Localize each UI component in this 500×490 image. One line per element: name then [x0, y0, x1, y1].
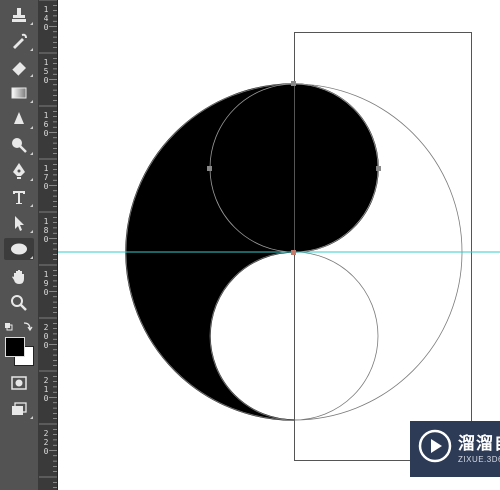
ruler-label-200: 2 0 0	[43, 323, 49, 350]
swap-colors-icon[interactable]	[4, 321, 34, 333]
play-logo-icon	[418, 429, 452, 463]
history-brush-icon	[13, 33, 27, 49]
color-controls	[4, 320, 34, 332]
blur-tool[interactable]	[4, 108, 34, 130]
dodge-tool[interactable]	[4, 134, 34, 156]
ruler-label-210: 2 1 0	[43, 376, 49, 403]
stamp-icon	[12, 8, 26, 22]
document-canvas[interactable]: 溜溜自学 ZIXUE.3D66.COM	[58, 0, 500, 490]
anchor-point-top[interactable]	[291, 81, 296, 86]
path-selection-tool[interactable]	[4, 212, 34, 234]
eraser-tool[interactable]	[4, 56, 34, 78]
ruler-label-190: 1 9 0	[43, 270, 49, 297]
watermark-logo: 溜溜自学 ZIXUE.3D66.COM	[410, 421, 500, 477]
ruler-label-160: 1 6 0	[43, 111, 49, 138]
type-t-icon	[13, 191, 25, 204]
ellipse-tool[interactable]	[4, 238, 34, 260]
anchor-point-center[interactable]	[291, 250, 296, 255]
gradient-tool[interactable]	[4, 82, 34, 104]
artwork	[58, 32, 500, 461]
anchor-point-left[interactable]	[207, 166, 212, 171]
zoom-tool[interactable]	[4, 292, 34, 314]
pen-tool[interactable]	[4, 160, 34, 182]
screen-mode-icon	[12, 402, 27, 415]
screen-mode-button[interactable]	[4, 398, 34, 420]
hand-tool[interactable]	[4, 266, 34, 288]
anchor-point-right[interactable]	[376, 166, 381, 171]
ruler-label-140: 1 4 0	[43, 5, 49, 32]
ruler-label-150: 1 5 0	[43, 58, 49, 85]
quick-mask-button[interactable]	[4, 372, 34, 394]
clone-stamp-tool[interactable]	[4, 4, 34, 26]
blur-drop-icon	[14, 112, 24, 124]
dodge-icon	[12, 138, 27, 153]
vertical-ruler: 1 4 0 1 5 0 1 6 0 1 7 0 1 8 0 1 9 0 2 0 0 2 1 0…	[39, 0, 58, 490]
watermark-url: ZIXUE.3D66.COM	[458, 455, 500, 464]
arrow-pointer-icon	[15, 216, 24, 231]
history-brush-tool[interactable]	[4, 30, 34, 52]
hand-icon	[12, 270, 24, 284]
pen-icon	[13, 163, 25, 179]
gradient-icon	[11, 87, 27, 99]
ruler-label-180: 1 8 0	[43, 217, 49, 244]
foreground-color-swatch[interactable]	[5, 337, 25, 357]
eraser-icon	[11, 62, 26, 76]
type-tool[interactable]	[4, 186, 34, 208]
ruler-label-220: 2 2 0	[43, 429, 49, 456]
quick-mask-icon	[11, 376, 27, 390]
watermark-title: 溜溜自学	[458, 434, 500, 454]
magnifier-icon	[11, 295, 27, 311]
ellipse-icon	[11, 243, 27, 255]
tools-panel	[0, 0, 39, 490]
ruler-label-170: 1 7 0	[43, 164, 49, 191]
